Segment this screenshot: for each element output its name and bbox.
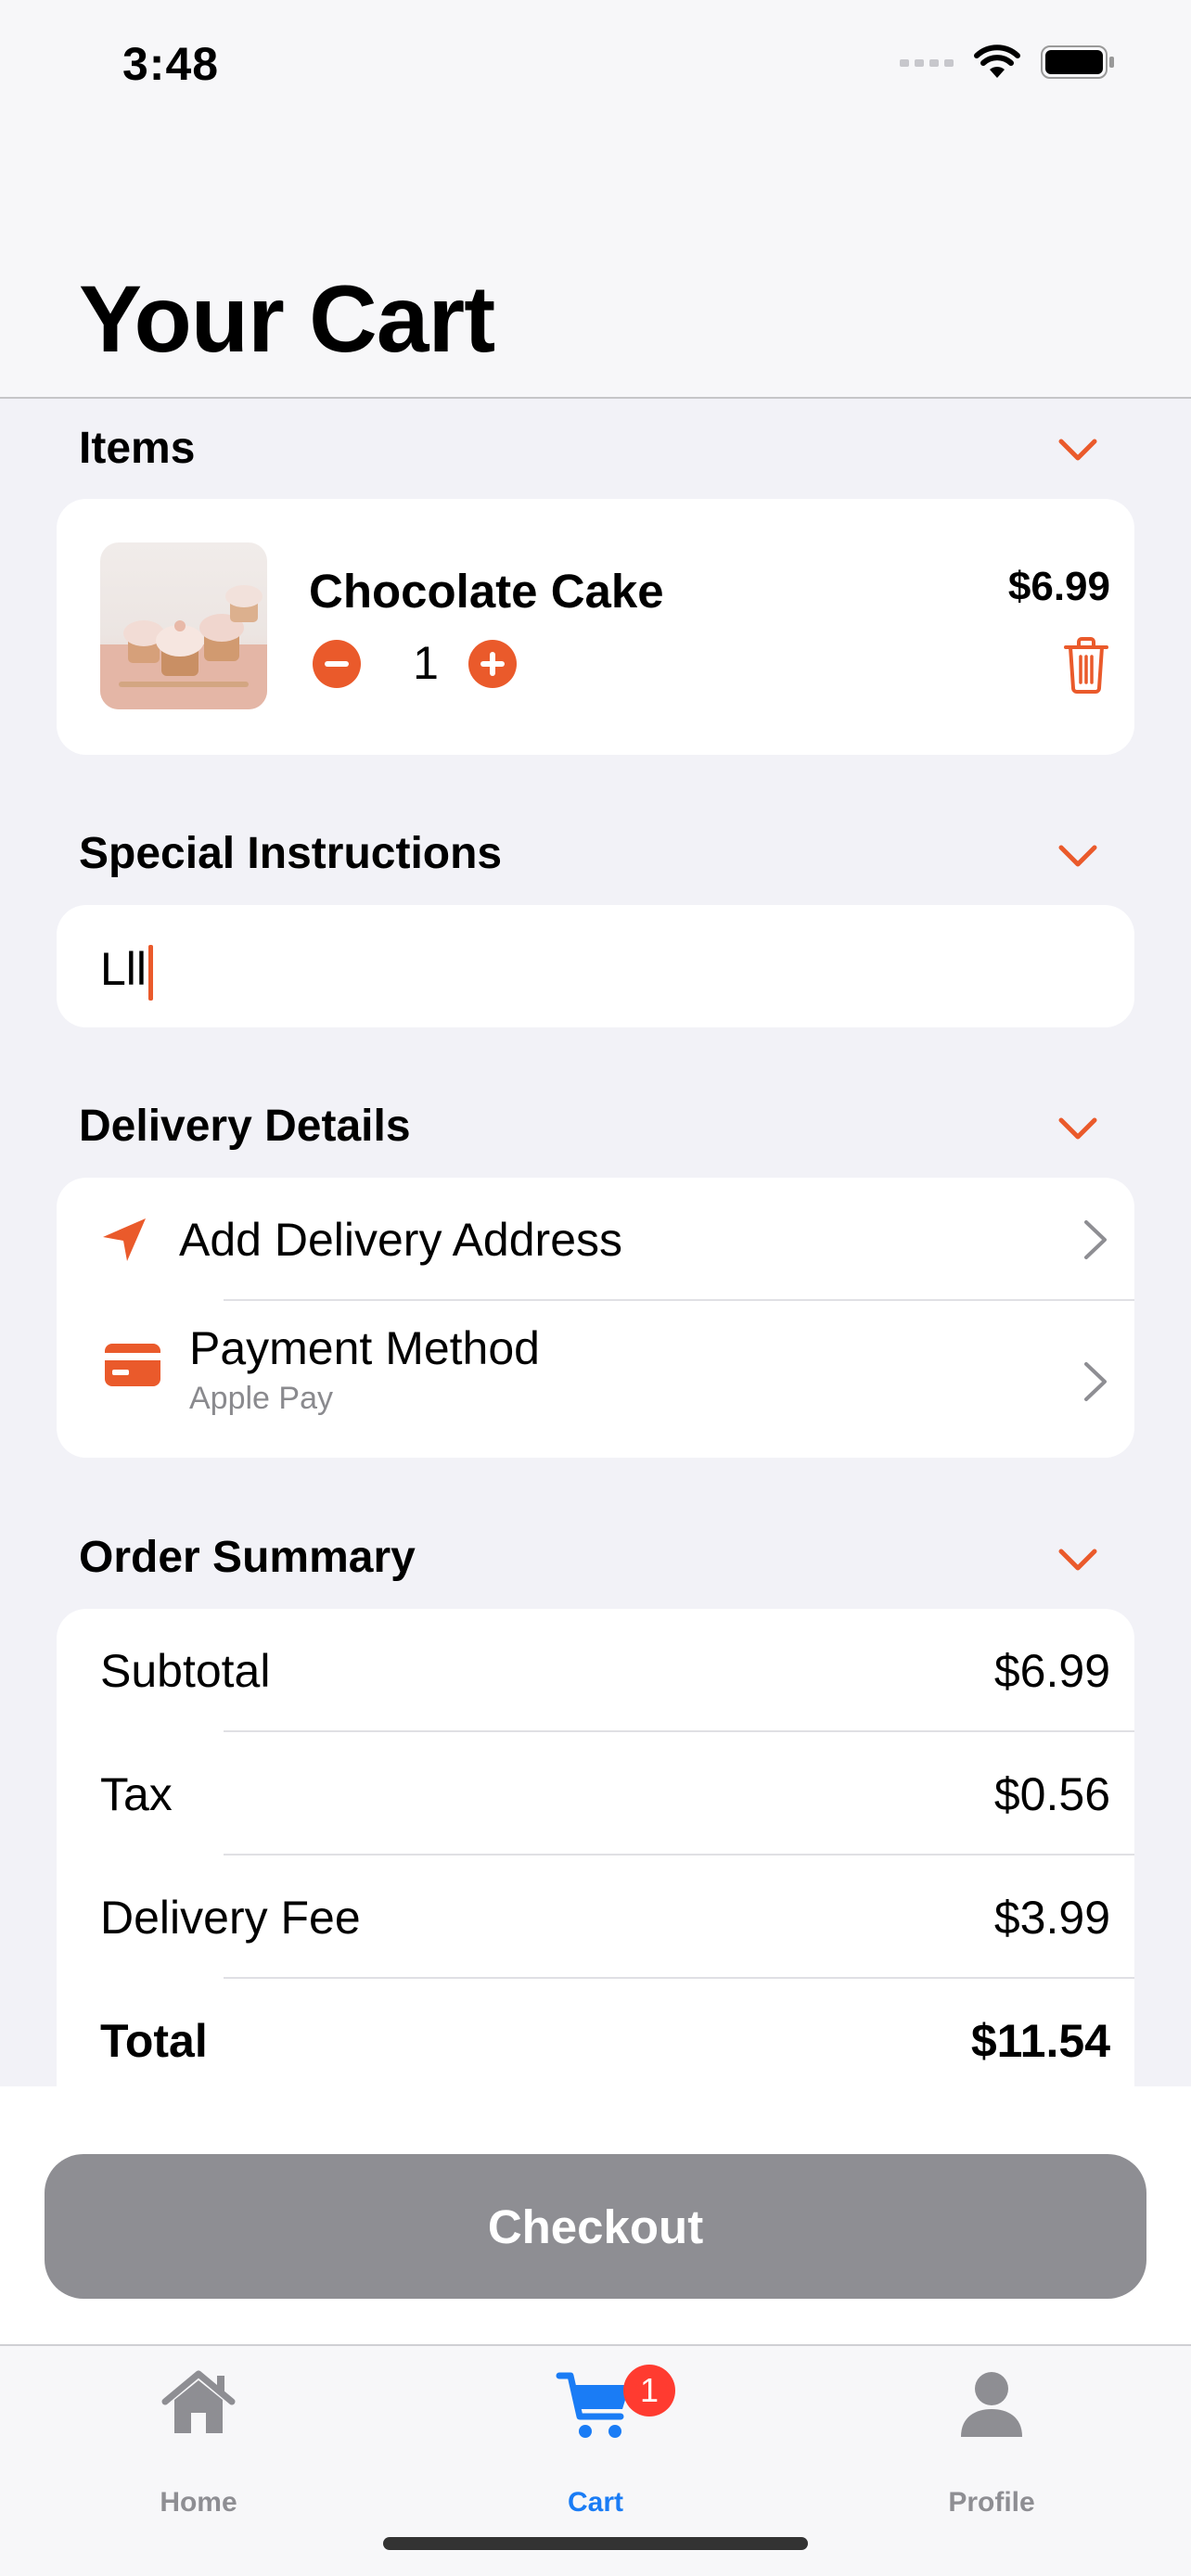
home-indicator bbox=[383, 2537, 808, 2550]
tab-label-profile: Profile bbox=[948, 2487, 1035, 2518]
section-header-special-instructions: Special Instructions bbox=[79, 829, 503, 878]
section-header-items: Items bbox=[79, 424, 196, 473]
order-summary-card: Subtotal $6.99 Tax $0.56 Delivery Fee $3… bbox=[57, 1609, 1134, 2110]
location-arrow-icon bbox=[103, 1218, 146, 1261]
cart-badge: 1 bbox=[623, 2365, 675, 2417]
cellular-signal-icon bbox=[900, 59, 954, 67]
person-icon bbox=[961, 2372, 1022, 2437]
text-cursor bbox=[148, 944, 154, 1001]
payment-method-row[interactable]: Payment Method Apple Pay bbox=[57, 1301, 1134, 1458]
special-instructions-field[interactable]: Lll bbox=[57, 905, 1134, 1027]
tax-value: $0.56 bbox=[993, 1768, 1110, 1820]
checkout-area: Checkout bbox=[0, 2086, 1191, 2344]
delivery-fee-label: Delivery Fee bbox=[100, 1892, 361, 1944]
subtotal-label: Subtotal bbox=[100, 1645, 271, 1697]
status-bar: 3:48 bbox=[0, 0, 1191, 139]
battery-icon bbox=[1041, 45, 1114, 79]
tab-label-home: Home bbox=[160, 2487, 237, 2518]
decrease-quantity-button[interactable] bbox=[313, 640, 361, 688]
add-delivery-address-label: Add Delivery Address bbox=[179, 1214, 623, 1266]
row-divider bbox=[224, 1854, 1134, 1855]
subtotal-value: $6.99 bbox=[993, 1645, 1110, 1697]
row-divider bbox=[224, 1977, 1134, 1979]
credit-card-icon bbox=[105, 1344, 160, 1386]
status-icons bbox=[900, 45, 1115, 80]
add-delivery-address-row[interactable]: Add Delivery Address bbox=[57, 1178, 1134, 1300]
item-quantity: 1 bbox=[413, 637, 439, 689]
section-header-delivery-details: Delivery Details bbox=[79, 1102, 411, 1151]
chevron-right-icon bbox=[1084, 1220, 1107, 1259]
tab-home[interactable]: Home bbox=[106, 2365, 291, 2518]
delivery-details-card: Add Delivery Address Payment Method Appl… bbox=[57, 1178, 1134, 1458]
trash-icon[interactable] bbox=[1062, 636, 1110, 694]
cart-icon bbox=[556, 2372, 630, 2438]
wifi-icon bbox=[974, 45, 1020, 78]
tab-label-cart: Cart bbox=[567, 2487, 623, 2518]
item-image bbox=[100, 542, 267, 709]
delivery-fee-value: $3.99 bbox=[993, 1892, 1110, 1944]
checkout-button[interactable]: Checkout bbox=[45, 2154, 1146, 2299]
item-name: Chocolate Cake bbox=[309, 565, 664, 618]
page-title: Your Cart bbox=[79, 266, 495, 372]
status-time: 3:48 bbox=[122, 38, 220, 90]
house-icon bbox=[161, 2370, 236, 2433]
chevron-down-icon[interactable] bbox=[1057, 1546, 1098, 1574]
item-price: $6.99 bbox=[1007, 564, 1110, 609]
section-header-order-summary: Order Summary bbox=[79, 1533, 416, 1582]
tab-profile[interactable]: Profile bbox=[899, 2365, 1084, 2518]
tax-label: Tax bbox=[100, 1768, 173, 1820]
chevron-right-icon bbox=[1084, 1362, 1107, 1401]
row-divider bbox=[224, 1730, 1134, 1732]
chevron-down-icon[interactable] bbox=[1057, 842, 1098, 870]
chevron-down-icon[interactable] bbox=[1057, 1115, 1098, 1142]
chevron-down-icon[interactable] bbox=[1057, 436, 1098, 464]
total-value: $11.54 bbox=[970, 2015, 1110, 2067]
increase-quantity-button[interactable] bbox=[468, 640, 517, 688]
total-label: Total bbox=[100, 2015, 208, 2067]
payment-method-value: Apple Pay bbox=[189, 1381, 333, 1416]
cart-item-card: Chocolate Cake 1 $6.99 bbox=[57, 499, 1134, 755]
special-instructions-value[interactable]: Lll bbox=[100, 943, 147, 995]
payment-method-label: Payment Method bbox=[189, 1322, 540, 1374]
